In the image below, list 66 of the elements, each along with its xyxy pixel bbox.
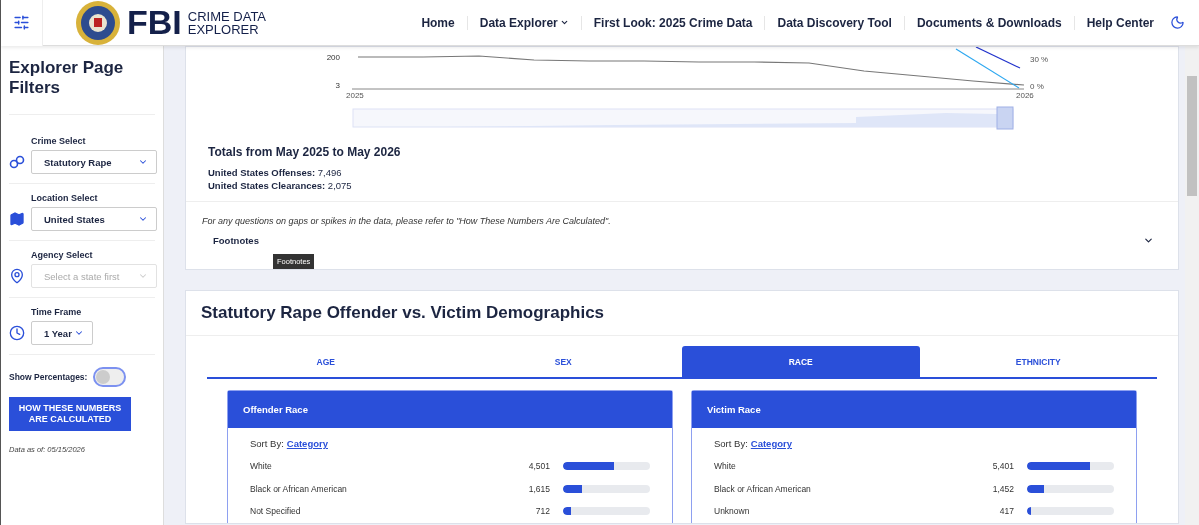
scrollbar[interactable] bbox=[1185, 46, 1199, 525]
axis-tick: 200 bbox=[326, 53, 340, 62]
caret-icon bbox=[74, 328, 84, 338]
filter-select[interactable]: 1 Year bbox=[31, 321, 93, 345]
category-label: Not Specified bbox=[250, 506, 302, 517]
category-label: White bbox=[714, 461, 737, 472]
logo-text: EXPLORER bbox=[187, 22, 260, 36]
category-label: White bbox=[250, 461, 273, 472]
filters-menu-button[interactable] bbox=[1, 0, 43, 46]
filter-label: Crime Select bbox=[31, 136, 87, 146]
caret-icon bbox=[559, 18, 569, 27]
category-label: Black or African American bbox=[714, 483, 812, 494]
axis-tick: 30 % bbox=[1030, 55, 1049, 64]
category-label: Black or African American bbox=[250, 483, 348, 494]
sort-link[interactable]: Category bbox=[750, 438, 792, 449]
section-title: Statutory Rape Offender vs. Victim Demographics bbox=[186, 291, 1178, 336]
category-label: Unknown bbox=[714, 506, 751, 517]
axis-tick: 0 % bbox=[1030, 82, 1044, 91]
axis-tick: 3 bbox=[335, 81, 340, 90]
dark-mode-icon[interactable] bbox=[1170, 15, 1185, 30]
nav-link[interactable]: Data Discovery Tool bbox=[764, 15, 904, 30]
nav-link[interactable]: Home bbox=[409, 15, 467, 30]
axis-tick: 2026 bbox=[1016, 91, 1034, 100]
data-note: For any questions on gaps or spikes in the data, please refer to "How These Numbers Are Calculated". bbox=[202, 216, 612, 226]
sort-label: Sort By: Category bbox=[714, 438, 793, 449]
filter-label: Location Select bbox=[31, 193, 99, 203]
caret-icon bbox=[138, 157, 148, 167]
percentages-switch[interactable] bbox=[93, 367, 127, 387]
seal-icon bbox=[75, 0, 121, 46]
caret-icon bbox=[138, 214, 148, 224]
category-count: 5,401 bbox=[991, 461, 1014, 472]
category-count: 417 bbox=[998, 506, 1014, 517]
clearance-lines bbox=[955, 47, 1021, 89]
category-count: 1,452 bbox=[991, 483, 1014, 494]
caret-icon bbox=[138, 271, 148, 281]
totals-line: United States Offenses: 7,496 bbox=[208, 167, 343, 178]
panel-header: Victim Race bbox=[692, 391, 1136, 428]
logo-mark: FBI bbox=[127, 3, 182, 42]
logo-text: CRIME DATA bbox=[187, 9, 267, 23]
demographic-tab[interactable]: RACE bbox=[682, 346, 920, 377]
map-icon bbox=[9, 211, 25, 227]
category-count: 712 bbox=[534, 506, 550, 517]
range-navigator[interactable] bbox=[352, 106, 1014, 130]
sort-label: Sort By: Category bbox=[250, 438, 329, 449]
filter-label: Agency Select bbox=[31, 250, 94, 260]
nav-link[interactable]: Help Center bbox=[1073, 15, 1166, 30]
caret-icon bbox=[1143, 235, 1154, 246]
filter-select[interactable]: United States bbox=[31, 207, 157, 231]
how-calculated-button[interactable]: HOW THESE NUMBERS ARE CALCULATED bbox=[9, 397, 131, 431]
nav-link[interactable]: Documents & Downloads bbox=[903, 15, 1074, 30]
category-count: 1,615 bbox=[527, 483, 550, 494]
sort-link[interactable]: Category bbox=[286, 438, 328, 449]
panel-header: Offender Race bbox=[228, 391, 672, 428]
filter-label: Time Frame bbox=[31, 307, 83, 317]
toggle-label: Show Percentages: bbox=[9, 372, 88, 382]
clock-icon bbox=[9, 325, 25, 341]
axis-tick: 2025 bbox=[346, 91, 364, 100]
nav-link[interactable]: Data Explorer bbox=[466, 15, 581, 30]
nav-link[interactable]: First Look: 2025 Crime Data bbox=[580, 15, 765, 30]
location-pin-icon bbox=[9, 268, 25, 284]
totals-title: Totals from May 2025 to May 2026 bbox=[208, 145, 402, 159]
sidebar-title: Explorer Page Filters bbox=[9, 58, 155, 115]
filter-select[interactable]: Statutory Rape bbox=[31, 150, 157, 174]
category-count: 4,501 bbox=[527, 461, 550, 472]
totals-line: United States Clearances: 2,075 bbox=[208, 180, 353, 191]
sliders-icon bbox=[13, 14, 30, 31]
